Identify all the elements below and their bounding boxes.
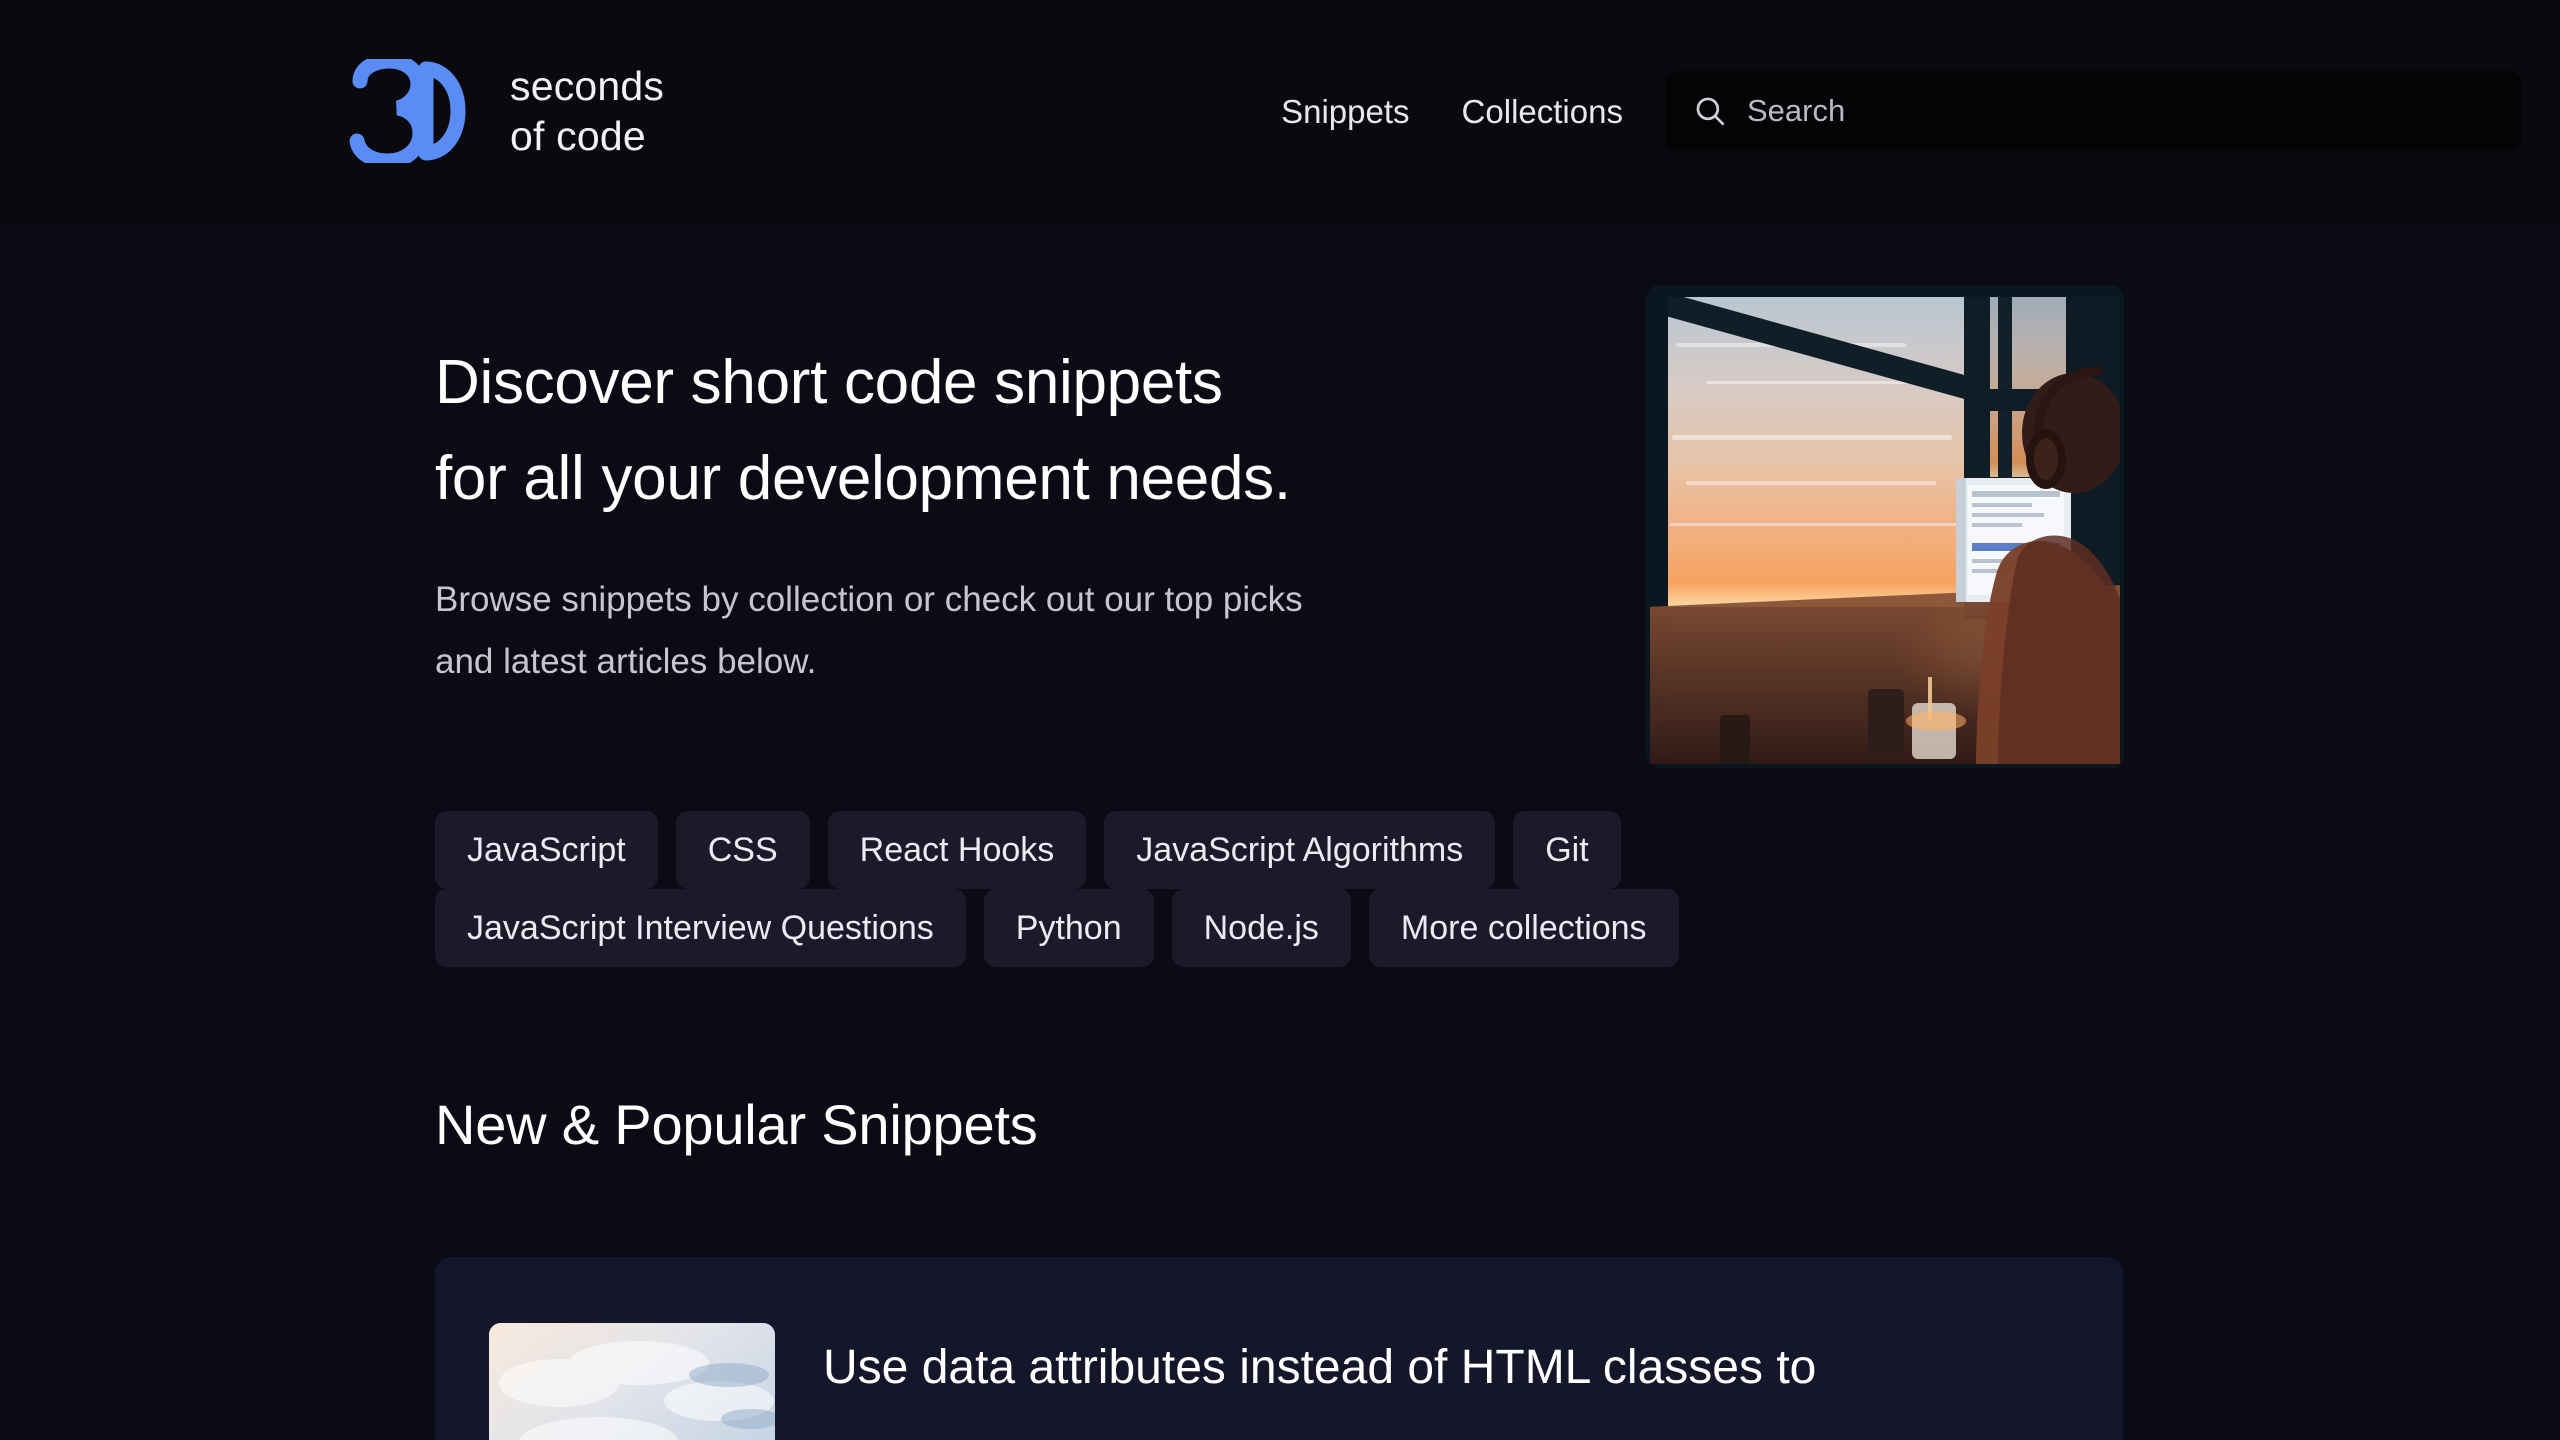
search-bar[interactable]	[1664, 71, 2521, 151]
collections-section: JavaScript CSS React Hooks JavaScript Al…	[435, 811, 2125, 967]
section-heading-new-popular: New & Popular Snippets	[435, 1093, 1038, 1156]
collection-chip-react-hooks[interactable]: React Hooks	[827, 811, 1087, 889]
hero-title-line2: for all your development needs.	[435, 444, 1291, 513]
page-main: Discover short code snippets for all you…	[0, 222, 2560, 1440]
search-icon	[1696, 97, 1725, 126]
page-title: Discover short code snippets for all you…	[435, 335, 1535, 527]
collection-chip-git[interactable]: Git	[1513, 811, 1621, 889]
main-nav: Snippets Collections	[1281, 95, 1623, 128]
collection-chip-more-collections[interactable]: More collections	[1368, 889, 1679, 967]
snippet-card-body: Use data attributes instead of HTML clas…	[823, 1323, 2123, 1405]
hero-image	[1646, 285, 2124, 768]
site-header: seconds of code Snippets Collections	[0, 0, 2560, 222]
logo-wordmark: seconds of code	[510, 61, 664, 161]
collection-chip-javascript-interview-questions[interactable]: JavaScript Interview Questions	[435, 889, 966, 967]
new-popular-snippets-section: New & Popular Snippets Use data attribut…	[435, 1093, 2125, 1440]
hero-subtitle: Browse snippets by collection or check o…	[435, 569, 1445, 693]
collection-chip-python[interactable]: Python	[983, 889, 1154, 967]
logo-wordmark-line2: of code	[510, 113, 646, 159]
search-input[interactable]	[1746, 93, 2493, 129]
hero-subtitle-line1: Browse snippets by collection or check o…	[435, 580, 1303, 619]
logo-wordmark-line1: seconds	[510, 63, 665, 109]
hero-title-line1: Discover short code snippets	[435, 348, 1223, 417]
snippet-card[interactable]: Use data attributes instead of HTML clas…	[435, 1257, 2123, 1440]
site-logo[interactable]: seconds of code	[348, 59, 664, 163]
nav-item-snippets[interactable]: Snippets	[1281, 95, 1409, 128]
collection-chip-nodejs[interactable]: Node.js	[1171, 889, 1351, 967]
nav-item-collections[interactable]: Collections	[1462, 95, 1623, 128]
collection-chip-javascript-algorithms[interactable]: JavaScript Algorithms	[1104, 811, 1496, 889]
snippet-card-title[interactable]: Use data attributes instead of HTML clas…	[823, 1331, 2083, 1405]
logo-30-icon	[349, 59, 466, 163]
snippet-thumbnail	[489, 1323, 775, 1440]
collection-chip-javascript[interactable]: JavaScript	[435, 811, 658, 889]
hero-section: Discover short code snippets for all you…	[435, 222, 2125, 768]
header-inner: seconds of code Snippets Collections	[0, 0, 2560, 222]
collection-chips-row-1: JavaScript CSS React Hooks JavaScript Al…	[435, 811, 2125, 889]
hero-subtitle-line2: and latest articles below.	[435, 642, 817, 681]
collection-chips-row-2: JavaScript Interview Questions Python No…	[435, 889, 2125, 967]
collection-chip-css[interactable]: CSS	[675, 811, 810, 889]
